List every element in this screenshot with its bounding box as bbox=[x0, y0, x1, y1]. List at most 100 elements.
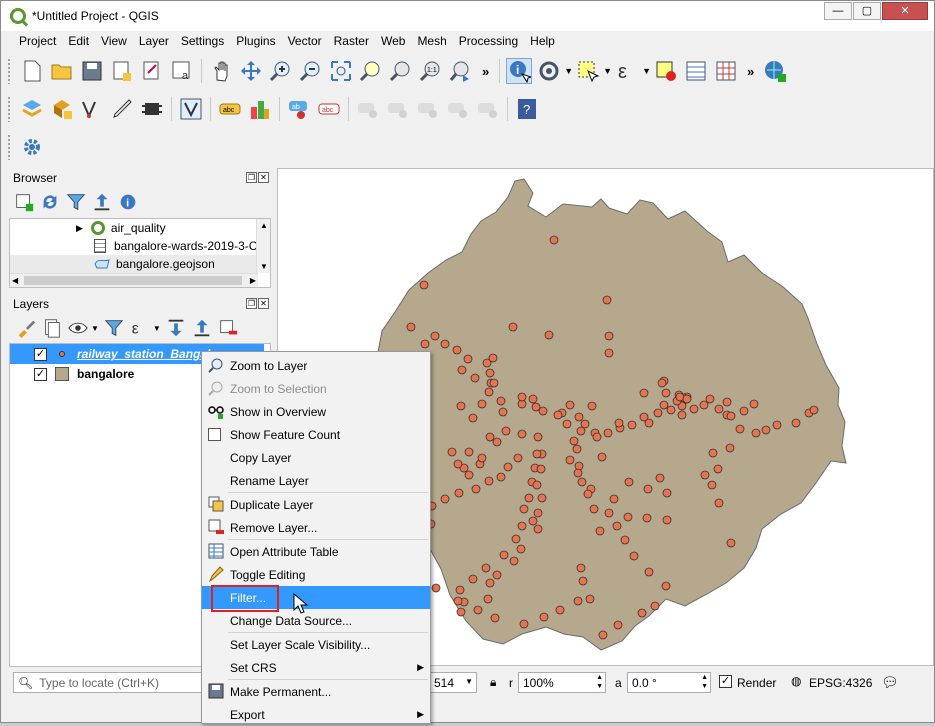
layer-visibility-checkbox[interactable]: ✓ bbox=[34, 367, 47, 381]
expand-all-icon[interactable] bbox=[165, 317, 187, 339]
remove-layer-icon[interactable] bbox=[217, 317, 239, 339]
menu-item-set-crs[interactable]: Set CRS ▶ bbox=[202, 656, 430, 679]
new-geopackage-layer-icon[interactable] bbox=[49, 96, 75, 122]
layout-manager-icon[interactable] bbox=[139, 58, 165, 84]
web-plugin-globe-icon[interactable] bbox=[762, 58, 788, 84]
browser-item-air-quality[interactable]: ▶ air_quality bbox=[10, 219, 270, 237]
style-brush-icon[interactable] bbox=[15, 317, 37, 339]
toolbar-grip[interactable] bbox=[7, 58, 11, 84]
identify-features-icon[interactable]: i bbox=[506, 58, 533, 84]
toolbar-grip[interactable] bbox=[7, 96, 11, 122]
zoom-to-selection-icon[interactable] bbox=[358, 58, 384, 84]
new-project-icon[interactable] bbox=[19, 58, 45, 84]
toolbar-overflow-icon[interactable]: » bbox=[482, 64, 489, 79]
float-panel-icon[interactable]: ❐ bbox=[246, 172, 257, 183]
browser-item-bangalore-wards[interactable]: bangalore-wards-2019-3-C bbox=[10, 237, 270, 255]
digitize-pencil-icon[interactable] bbox=[109, 96, 135, 122]
filter-legend-icon[interactable] bbox=[103, 317, 125, 339]
menu-item-show-in-overview[interactable]: Show in Overview bbox=[202, 400, 430, 423]
digitize-vertex-icon[interactable] bbox=[79, 96, 105, 122]
zoom-in-icon[interactable] bbox=[268, 58, 294, 84]
new-print-layout-icon[interactable] bbox=[109, 58, 135, 84]
menu-item-remove-layer[interactable]: Remove Layer... bbox=[202, 516, 430, 539]
menu-item-duplicate-layer[interactable]: Duplicate Layer bbox=[202, 493, 430, 516]
attribute-table-icon[interactable] bbox=[683, 58, 709, 84]
menu-vector[interactable]: Vector bbox=[282, 31, 328, 51]
gps-plugin-icon[interactable] bbox=[139, 96, 165, 122]
magnifier-spinbox[interactable]: 100% ▲ ▼ bbox=[518, 672, 606, 693]
menu-item-rename-layer[interactable]: Rename Layer bbox=[202, 469, 430, 492]
zoom-native-icon[interactable]: 1:1 bbox=[418, 58, 444, 84]
collapse-all-icon[interactable] bbox=[91, 191, 113, 213]
run-feature-action-icon[interactable] bbox=[536, 58, 562, 84]
zoom-out-icon[interactable] bbox=[298, 58, 324, 84]
menu-raster[interactable]: Raster bbox=[328, 31, 375, 51]
zoom-last-icon[interactable] bbox=[448, 58, 474, 84]
menu-layer[interactable]: Layer bbox=[133, 31, 175, 51]
select-features-icon[interactable] bbox=[575, 58, 601, 84]
data-source-manager-icon[interactable] bbox=[19, 96, 45, 122]
rotation-spinbox[interactable]: 0.0 ° ▲ ▼ bbox=[627, 672, 711, 693]
maximize-button[interactable]: ▢ bbox=[853, 2, 881, 20]
menu-item-zoom-to-layer[interactable]: Zoom to Layer bbox=[202, 354, 430, 377]
menu-item-show-feature-count[interactable]: Show Feature Count bbox=[202, 423, 430, 446]
messages-icon[interactable]: 💬︎ bbox=[881, 674, 899, 691]
menu-settings[interactable]: Settings bbox=[175, 31, 230, 51]
close-panel-icon[interactable]: ✕ bbox=[258, 172, 269, 183]
close-panel-icon[interactable]: ✕ bbox=[258, 298, 269, 309]
pin-labels-icon[interactable]: ab bbox=[286, 96, 312, 122]
crs-button[interactable]: EPSG:4326 bbox=[809, 676, 872, 690]
processing-gear-icon[interactable] bbox=[19, 134, 45, 160]
menu-project[interactable]: Project bbox=[13, 31, 62, 51]
menu-item-change-data-source[interactable]: Change Data Source... bbox=[202, 609, 430, 632]
zoom-to-layer-icon[interactable] bbox=[388, 58, 414, 84]
menu-item-open-attribute-table[interactable]: Open Attribute Table bbox=[202, 540, 430, 563]
dropdown-arrow-icon[interactable]: ▼ bbox=[642, 66, 651, 76]
zoom-full-icon[interactable] bbox=[328, 58, 354, 84]
filter-icon[interactable] bbox=[65, 191, 87, 213]
crs-globe-icon[interactable]: ◍ bbox=[791, 674, 801, 688]
render-checkbox[interactable]: ✓ bbox=[719, 675, 732, 688]
browser-item-bangalore-geojson[interactable]: bangalore.geojson bbox=[10, 255, 270, 273]
menu-item-set-layer-scale-visibility[interactable]: Set Layer Scale Visibility... bbox=[202, 633, 430, 656]
menu-web[interactable]: Web bbox=[375, 31, 411, 51]
toolbar-grip[interactable] bbox=[7, 134, 11, 160]
statistical-summary-icon[interactable] bbox=[713, 58, 739, 84]
feature-count-checkbox[interactable] bbox=[208, 428, 221, 441]
save-project-icon[interactable] bbox=[79, 58, 105, 84]
refresh-icon[interactable] bbox=[39, 191, 61, 213]
dropdown-arrow-icon[interactable]: ▼ bbox=[603, 66, 612, 76]
layer-diagram-icon[interactable] bbox=[247, 96, 273, 122]
open-project-icon[interactable] bbox=[49, 58, 75, 84]
toolbar-overflow-icon[interactable]: » bbox=[747, 64, 754, 79]
add-layer-icon[interactable] bbox=[13, 191, 35, 213]
style-manager-icon[interactable]: a bbox=[169, 58, 195, 84]
menu-mesh[interactable]: Mesh bbox=[411, 31, 452, 51]
select-by-expression-icon[interactable]: ε bbox=[614, 58, 640, 84]
info-icon[interactable]: i bbox=[117, 191, 139, 213]
lock-scale-icon[interactable]: 🔒︎ bbox=[490, 675, 496, 690]
vertex-tool-icon[interactable] bbox=[178, 96, 204, 122]
pan-map-icon[interactable] bbox=[208, 58, 234, 84]
pan-to-selection-icon[interactable] bbox=[238, 58, 264, 84]
menu-help[interactable]: Help bbox=[524, 31, 561, 51]
layer-labeling-icon[interactable]: abc bbox=[217, 96, 243, 122]
expand-arrow-icon[interactable]: ▶ bbox=[76, 223, 83, 234]
dropdown-arrow-icon[interactable]: ▼ bbox=[564, 66, 573, 76]
dropdown-arrow-icon[interactable]: ▼ bbox=[465, 677, 473, 686]
browser-vertical-scrollbar[interactable]: ▲ ▼ bbox=[256, 219, 270, 273]
highlight-labels-icon[interactable]: abc bbox=[316, 96, 342, 122]
minimize-button[interactable]: — bbox=[824, 2, 852, 20]
spin-arrows-icon[interactable]: ▲ ▼ bbox=[701, 673, 708, 691]
menu-plugins[interactable]: Plugins bbox=[230, 31, 281, 51]
scale-combo[interactable]: 514 ▼ bbox=[429, 672, 477, 693]
menu-view[interactable]: View bbox=[95, 31, 133, 51]
menu-item-copy-layer[interactable]: Copy Layer bbox=[202, 446, 430, 469]
menu-processing[interactable]: Processing bbox=[453, 31, 524, 51]
menu-item-toggle-editing[interactable]: Toggle Editing bbox=[202, 563, 430, 586]
help-icon[interactable]: ? bbox=[514, 96, 540, 122]
menu-edit[interactable]: Edit bbox=[62, 31, 95, 51]
deselect-all-icon[interactable] bbox=[653, 58, 679, 84]
filter-by-expression-icon[interactable]: ε bbox=[129, 317, 151, 339]
spin-arrows-icon[interactable]: ▲ ▼ bbox=[596, 673, 603, 691]
